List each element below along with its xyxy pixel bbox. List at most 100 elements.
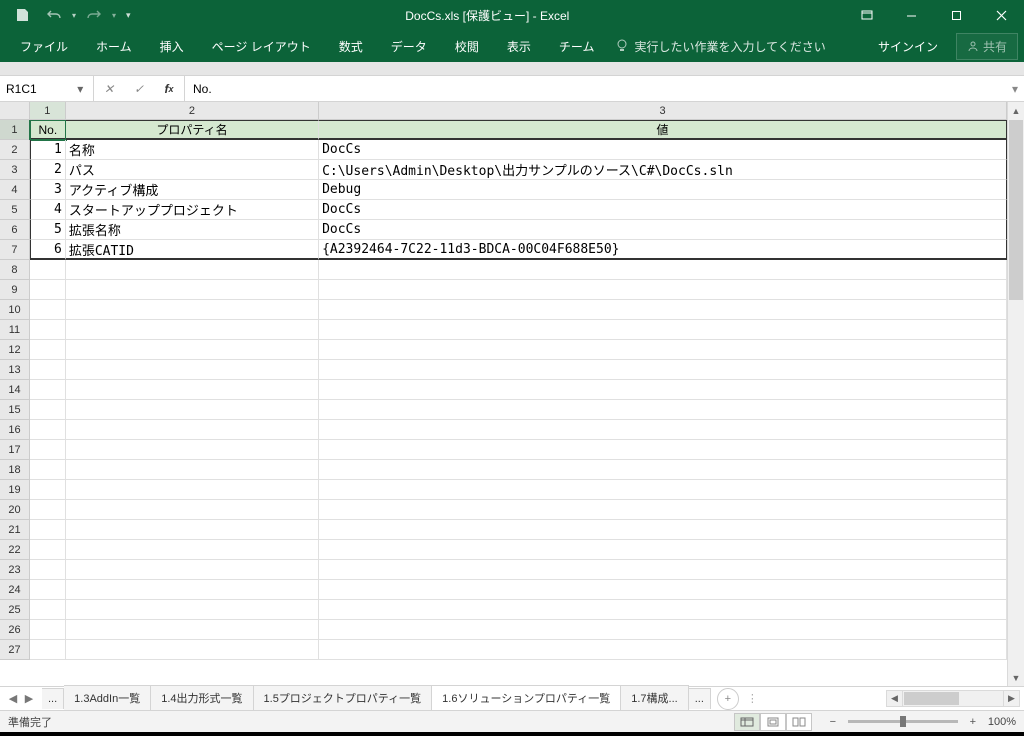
cell[interactable]: 5 xyxy=(30,220,66,240)
cell[interactable] xyxy=(30,480,66,500)
row-header[interactable]: 4 xyxy=(0,180,30,200)
cell[interactable]: 6 xyxy=(30,240,66,260)
column-header[interactable]: 1 xyxy=(30,102,66,119)
row-header[interactable]: 6 xyxy=(0,220,30,240)
cell[interactable]: DocCs xyxy=(319,220,1007,240)
cell[interactable] xyxy=(319,260,1007,280)
normal-view-button[interactable] xyxy=(734,713,760,731)
cell[interactable]: 拡張CATID xyxy=(66,240,319,260)
undo-button[interactable] xyxy=(40,3,68,27)
cell[interactable]: スタートアッププロジェクト xyxy=(66,200,319,220)
zoom-slider[interactable] xyxy=(848,720,958,723)
row-header[interactable]: 2 xyxy=(0,140,30,160)
tell-me-search[interactable]: 実行したい作業を入力してください xyxy=(616,38,825,55)
tab-data[interactable]: データ xyxy=(377,30,441,62)
row-header[interactable]: 26 xyxy=(0,620,30,640)
name-box-dropdown-icon[interactable]: ▾ xyxy=(74,82,87,96)
cell[interactable] xyxy=(66,380,319,400)
cell[interactable] xyxy=(66,280,319,300)
cell[interactable] xyxy=(66,540,319,560)
cell[interactable] xyxy=(319,400,1007,420)
cell[interactable] xyxy=(66,520,319,540)
page-break-view-button[interactable] xyxy=(786,713,812,731)
cell[interactable] xyxy=(66,400,319,420)
cell[interactable] xyxy=(30,260,66,280)
cell[interactable]: DocCs xyxy=(319,140,1007,160)
cell[interactable] xyxy=(319,300,1007,320)
cell[interactable] xyxy=(319,580,1007,600)
enter-formula-button[interactable]: ✓ xyxy=(124,76,154,101)
row-header[interactable]: 14 xyxy=(0,380,30,400)
column-header[interactable]: 3 xyxy=(319,102,1007,119)
cell[interactable] xyxy=(319,540,1007,560)
sheet-tab[interactable]: 1.6ソリューションプロパティ一覧 xyxy=(432,685,621,712)
cell[interactable] xyxy=(66,580,319,600)
row-header[interactable]: 11 xyxy=(0,320,30,340)
cell[interactable] xyxy=(66,360,319,380)
scroll-down-icon[interactable]: ▼ xyxy=(1008,669,1024,686)
cell[interactable] xyxy=(30,620,66,640)
sheet-tab[interactable]: 1.3AddIn一覧 xyxy=(64,685,151,712)
cell[interactable] xyxy=(319,440,1007,460)
cell[interactable] xyxy=(66,620,319,640)
tab-file[interactable]: ファイル xyxy=(6,30,82,62)
cell[interactable] xyxy=(30,640,66,660)
qat-customize-icon[interactable]: ▾ xyxy=(126,10,131,21)
cell[interactable] xyxy=(30,540,66,560)
page-layout-view-button[interactable] xyxy=(760,713,786,731)
cell[interactable] xyxy=(30,520,66,540)
close-button[interactable] xyxy=(979,0,1024,30)
maximize-button[interactable] xyxy=(934,0,979,30)
insert-function-button[interactable]: fx xyxy=(154,76,184,101)
cell[interactable]: {A2392464-7C22-11d3-BDCA-00C04F688E50} xyxy=(319,240,1007,260)
cell[interactable] xyxy=(66,460,319,480)
row-header[interactable]: 13 xyxy=(0,360,30,380)
cell[interactable] xyxy=(319,280,1007,300)
cell[interactable]: 拡張名称 xyxy=(66,220,319,240)
row-header[interactable]: 18 xyxy=(0,460,30,480)
sheet-tab-more-left[interactable]: ... xyxy=(42,688,64,709)
cell[interactable] xyxy=(66,260,319,280)
zoom-slider-handle[interactable] xyxy=(900,716,906,727)
horizontal-scrollbar[interactable]: ◀ ▶ xyxy=(758,690,1024,707)
sheet-nav-prev-icon[interactable]: ◀ xyxy=(6,692,20,705)
tab-formulas[interactable]: 数式 xyxy=(325,30,377,62)
save-button[interactable] xyxy=(8,3,36,27)
row-header[interactable]: 7 xyxy=(0,240,30,260)
cell[interactable] xyxy=(319,380,1007,400)
grid-rows[interactable]: 1No.プロパティ名値21名称DocCs32パスC:\Users\Admin\D… xyxy=(0,120,1007,686)
formula-input[interactable]: No. ▾ xyxy=(185,76,1024,101)
row-header[interactable]: 5 xyxy=(0,200,30,220)
cell[interactable] xyxy=(319,560,1007,580)
row-header[interactable]: 10 xyxy=(0,300,30,320)
row-header[interactable]: 1 xyxy=(0,120,30,140)
cell[interactable] xyxy=(30,320,66,340)
minimize-button[interactable] xyxy=(889,0,934,30)
cell[interactable] xyxy=(30,420,66,440)
cell[interactable] xyxy=(66,600,319,620)
tab-split-handle[interactable]: ⋮ xyxy=(747,692,758,705)
cell[interactable] xyxy=(30,360,66,380)
cell[interactable] xyxy=(66,300,319,320)
cell[interactable] xyxy=(319,480,1007,500)
cell[interactable]: 名称 xyxy=(66,140,319,160)
row-header[interactable]: 15 xyxy=(0,400,30,420)
cell[interactable] xyxy=(319,340,1007,360)
vertical-scrollbar[interactable]: ▲ ▼ xyxy=(1007,102,1024,686)
cell[interactable] xyxy=(66,440,319,460)
cancel-formula-button[interactable]: ✕ xyxy=(94,76,124,101)
scroll-up-icon[interactable]: ▲ xyxy=(1008,102,1024,119)
zoom-level[interactable]: 100% xyxy=(988,716,1016,728)
row-header[interactable]: 9 xyxy=(0,280,30,300)
cell[interactable]: DocCs xyxy=(319,200,1007,220)
tab-home[interactable]: ホーム xyxy=(82,30,146,62)
cell[interactable]: 2 xyxy=(30,160,66,180)
name-box[interactable]: ▾ xyxy=(0,76,94,101)
cell[interactable]: パス xyxy=(66,160,319,180)
cell[interactable] xyxy=(30,380,66,400)
cell[interactable] xyxy=(66,420,319,440)
hscroll-thumb[interactable] xyxy=(904,692,959,705)
cell[interactable] xyxy=(30,300,66,320)
new-sheet-button[interactable]: + xyxy=(717,688,739,710)
select-all-corner[interactable] xyxy=(0,102,30,119)
